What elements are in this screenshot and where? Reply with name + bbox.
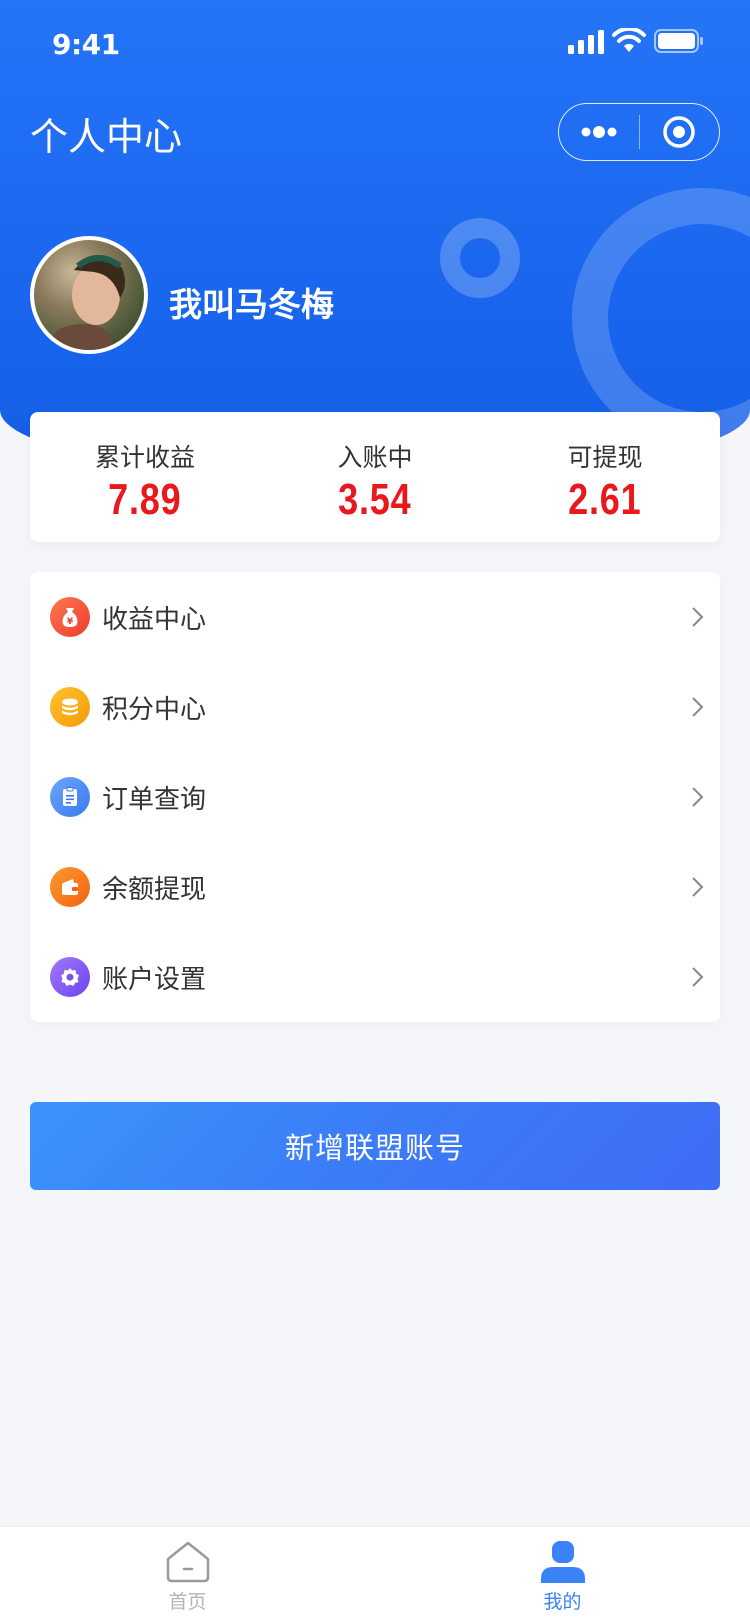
clipboard-icon	[50, 777, 90, 817]
stat-withdrawable[interactable]: 可提现 2.61	[490, 412, 720, 542]
battery-icon	[654, 29, 703, 53]
menu-item-label: 余额提现	[102, 874, 207, 905]
tab-bar: 首页 我的	[0, 1526, 750, 1624]
chevron-right-icon	[692, 697, 704, 717]
status-bar: 9:41	[0, 0, 750, 88]
tab-mine[interactable]: 我的	[375, 1527, 750, 1624]
coins-icon	[50, 687, 90, 727]
stat-pending[interactable]: 入账中 3.54	[260, 412, 490, 542]
more-button[interactable]	[559, 104, 639, 160]
menu-item-earnings-center[interactable]: ¥ 收益中心	[30, 572, 720, 662]
menu-item-label: 积分中心	[102, 694, 207, 725]
chevron-right-icon	[692, 607, 704, 627]
stat-value: 7.89	[108, 475, 182, 524]
user-name: 我叫马冬梅	[169, 285, 334, 324]
signal-icon	[568, 30, 604, 54]
user-icon	[540, 1541, 585, 1583]
close-mini-program-button[interactable]	[640, 104, 720, 160]
money-bag-icon: ¥	[50, 597, 90, 637]
menu-item-points-center[interactable]: 积分中心	[30, 662, 720, 752]
target-circle-icon	[663, 116, 695, 148]
add-alliance-account-button[interactable]: 新增联盟账号	[30, 1102, 720, 1190]
decorative-ring-large	[572, 188, 750, 448]
menu-item-label: 账户设置	[102, 964, 207, 995]
stat-value: 2.61	[568, 475, 642, 524]
chevron-right-icon	[692, 877, 704, 897]
mini-program-capsule	[558, 103, 720, 161]
home-icon	[166, 1541, 209, 1583]
stat-label: 可提现	[567, 443, 643, 472]
earnings-stats-card: 累计收益 7.89 入账中 3.54 可提现 2.61	[30, 412, 720, 542]
tab-label: 我的	[543, 1591, 582, 1613]
svg-text:¥: ¥	[67, 617, 74, 627]
stat-value: 3.54	[338, 475, 412, 524]
menu-list: ¥ 收益中心 积分中心 订单查询 余额提现 账户设置	[30, 572, 720, 1022]
chevron-right-icon	[692, 967, 704, 987]
status-time: 9:41	[52, 28, 120, 61]
tab-home[interactable]: 首页	[0, 1527, 375, 1624]
wifi-icon	[612, 28, 646, 52]
tab-label: 首页	[168, 1591, 207, 1613]
avatar[interactable]	[30, 236, 148, 354]
stat-total-earnings[interactable]: 累计收益 7.89	[30, 412, 260, 542]
menu-item-label: 收益中心	[102, 604, 207, 635]
menu-item-label: 订单查询	[102, 784, 207, 815]
menu-item-order-query[interactable]: 订单查询	[30, 752, 720, 842]
settings-icon	[50, 957, 90, 997]
chevron-right-icon	[692, 787, 704, 807]
wallet-icon	[50, 867, 90, 907]
avatar-portrait-icon	[52, 255, 126, 350]
menu-item-account-settings[interactable]: 账户设置	[30, 932, 720, 1022]
page-title: 个人中心	[30, 115, 183, 159]
stat-label: 累计收益	[94, 443, 195, 472]
more-dots-icon	[581, 126, 617, 138]
stat-label: 入账中	[337, 443, 413, 472]
decorative-ring-small	[440, 218, 520, 298]
menu-item-balance-withdraw[interactable]: 余额提现	[30, 842, 720, 932]
